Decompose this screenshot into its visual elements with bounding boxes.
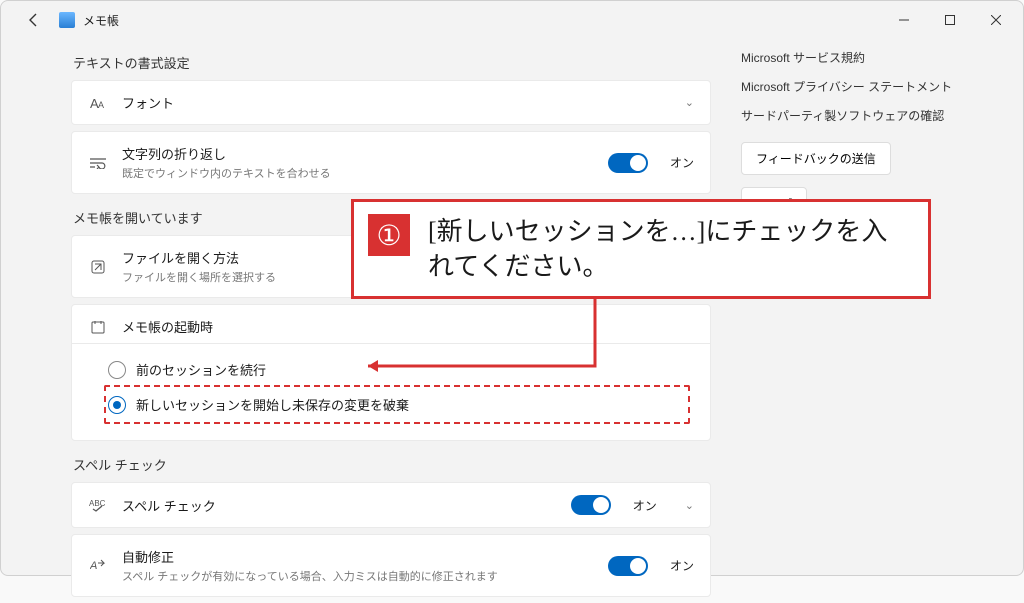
wrap-icon	[88, 157, 108, 169]
wrap-sub: 既定でウィンドウ内のテキストを合わせる	[122, 165, 594, 181]
autocorrect-state: オン	[670, 557, 694, 574]
wrap-row[interactable]: 文字列の折り返し 既定でウィンドウ内のテキストを合わせる オン	[71, 131, 711, 194]
titlebar: メモ帳	[1, 1, 1023, 39]
wrap-state: オン	[670, 154, 694, 171]
minimize-button[interactable]	[881, 4, 927, 36]
autocorrect-title: 自動修正	[122, 547, 594, 566]
radio-icon	[108, 361, 126, 379]
spellcheck-state: オン	[633, 497, 657, 514]
svg-text:A: A	[90, 560, 97, 572]
close-button[interactable]	[973, 4, 1019, 36]
svg-text:ABC: ABC	[89, 499, 106, 508]
content-area: テキストの書式設定 AA フォント ⌄ 文字列の折り返し 既定でウィンドウ内のテ…	[1, 39, 1023, 603]
callout-number: ①	[368, 214, 410, 256]
back-button[interactable]	[17, 3, 51, 37]
highlight-box: 新しいセッションを開始し未保存の変更を破棄	[104, 385, 690, 424]
radio-new-session[interactable]: 新しいセッションを開始し未保存の変更を破棄	[108, 389, 568, 420]
maximize-icon	[945, 15, 955, 25]
open-file-icon	[88, 260, 108, 274]
section-text-format: テキストの書式設定	[73, 53, 711, 72]
wrap-title: 文字列の折り返し	[122, 144, 594, 163]
notepad-icon	[59, 12, 75, 28]
close-icon	[991, 15, 1001, 25]
arrow-left-icon	[26, 12, 42, 28]
radio-continue-label: 前のセッションを続行	[136, 360, 266, 379]
maximize-button[interactable]	[927, 4, 973, 36]
chevron-down-icon: ⌄	[685, 96, 694, 109]
autocorrect-row[interactable]: A 自動修正 スペル チェックが有効になっている場合、入力ミスは自動的に修正され…	[71, 534, 711, 597]
link-ms-terms[interactable]: Microsoft サービス規約	[741, 49, 971, 66]
spellcheck-icon: ABC	[88, 498, 108, 512]
link-third-party[interactable]: サードパーティ製ソフトウェアの確認	[741, 107, 971, 124]
autocorrect-sub: スペル チェックが有効になっている場合、入力ミスは自動的に修正されます	[122, 568, 594, 584]
link-ms-privacy[interactable]: Microsoft プライバシー ステートメント	[741, 78, 971, 95]
section-spell: スペル チェック	[73, 455, 711, 474]
startup-icon	[88, 320, 108, 334]
radio-icon-selected	[108, 396, 126, 414]
window-title: メモ帳	[83, 12, 119, 29]
radio-continue-session[interactable]: 前のセッションを続行	[108, 354, 690, 385]
minimize-icon	[899, 15, 909, 25]
spellcheck-title: スペル チェック	[122, 496, 557, 515]
font-label: フォント	[122, 93, 671, 112]
main-column: テキストの書式設定 AA フォント ⌄ 文字列の折り返し 既定でウィンドウ内のテ…	[71, 39, 711, 603]
radio-new-label: 新しいセッションを開始し未保存の変更を破棄	[136, 395, 409, 414]
side-column: Microsoft サービス規約 Microsoft プライバシー ステートメン…	[741, 39, 971, 603]
autocorrect-icon: A	[88, 559, 108, 573]
annotation-callout: ① [新しいセッションを…]にチェックを入れてください。	[351, 199, 931, 299]
autocorrect-toggle[interactable]	[608, 556, 648, 576]
spellcheck-row[interactable]: ABC スペル チェック オン ⌄	[71, 482, 711, 528]
window-controls	[881, 4, 1019, 36]
startup-title: メモ帳の起動時	[122, 317, 694, 336]
feedback-button[interactable]: フィードバックの送信	[741, 142, 891, 175]
settings-window: メモ帳 テキストの書式設定 AA フォント ⌄ 文字列の折り返し	[0, 0, 1024, 576]
svg-text:A: A	[98, 100, 104, 110]
callout-text: [新しいセッションを…]にチェックを入れてください。	[428, 214, 910, 284]
startup-radio-group: 前のセッションを続行 新しいセッションを開始し未保存の変更を破棄	[71, 343, 711, 441]
spellcheck-toggle[interactable]	[571, 495, 611, 515]
chevron-down-icon: ⌄	[685, 499, 694, 512]
font-row[interactable]: AA フォント ⌄	[71, 80, 711, 125]
wrap-toggle[interactable]	[608, 153, 648, 173]
font-icon: AA	[88, 95, 108, 111]
